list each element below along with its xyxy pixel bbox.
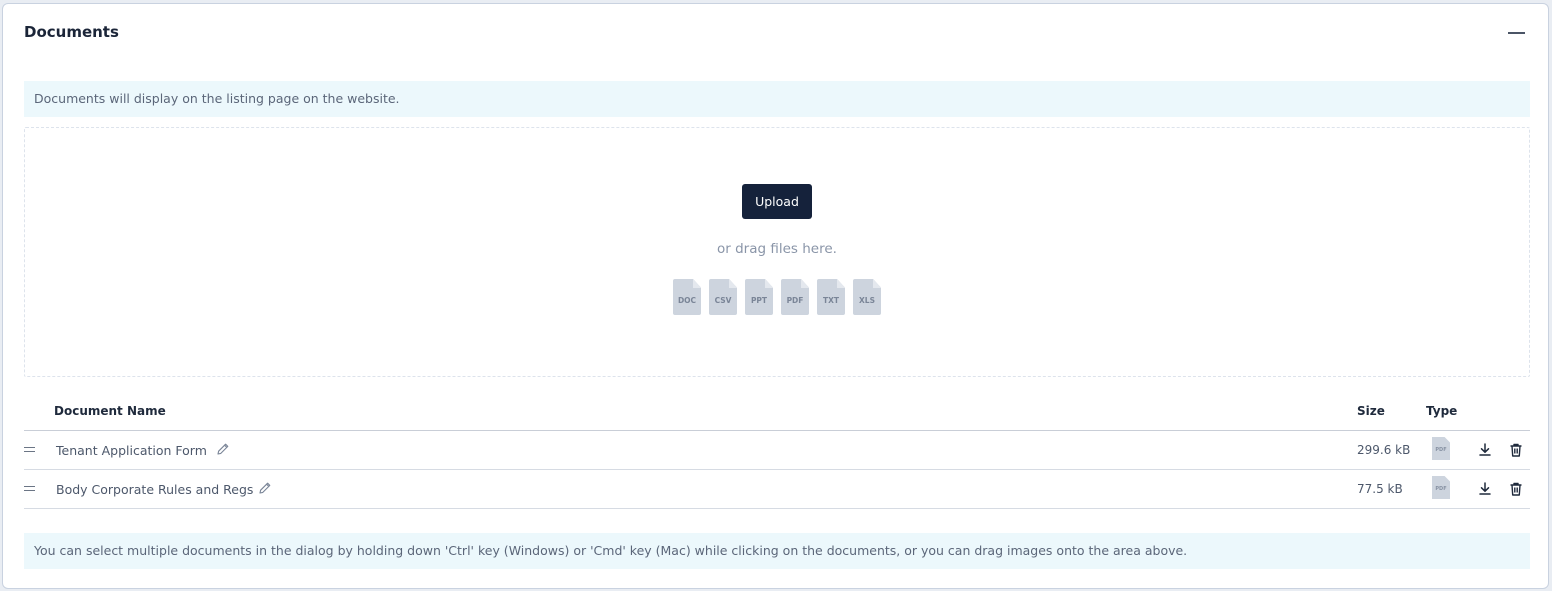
- minus-icon: [1508, 32, 1525, 34]
- document-size: 299.6 kB: [1357, 443, 1411, 457]
- table-header: Document Name Size Type: [24, 394, 1530, 431]
- download-icon[interactable]: [1477, 481, 1493, 497]
- upload-button[interactable]: Upload: [742, 184, 812, 219]
- download-icon[interactable]: [1477, 442, 1493, 458]
- pdf-file-icon: PDF: [1432, 476, 1450, 499]
- collapse-button[interactable]: [1506, 22, 1528, 44]
- drag-files-hint: or drag files here.: [717, 241, 837, 257]
- panel-title: Documents: [24, 23, 119, 41]
- table-row: Tenant Application Form 299.6 kB PDF: [24, 431, 1530, 470]
- column-header-type: Type: [1426, 404, 1458, 418]
- drag-handle-icon[interactable]: [24, 447, 35, 452]
- drag-handle-icon[interactable]: [24, 486, 35, 491]
- doc-file-icon: DOC: [673, 279, 701, 315]
- csv-file-icon: CSV: [709, 279, 737, 315]
- document-size: 77.5 kB: [1357, 482, 1403, 496]
- pdf-file-icon: PDF: [781, 279, 809, 315]
- txt-file-icon: TXT: [817, 279, 845, 315]
- column-header-size: Size: [1357, 404, 1385, 418]
- upload-dropzone[interactable]: Upload or drag files here. DOC CSV PPT P…: [24, 127, 1530, 377]
- pencil-icon[interactable]: [258, 481, 272, 495]
- trash-icon[interactable]: [1508, 442, 1524, 458]
- info-banner-top: Documents will display on the listing pa…: [24, 81, 1530, 117]
- ppt-file-icon: PPT: [745, 279, 773, 315]
- trash-icon[interactable]: [1508, 481, 1524, 497]
- pencil-icon[interactable]: [216, 442, 230, 456]
- document-name: Body Corporate Rules and Regs: [56, 482, 254, 497]
- xls-file-icon: XLS: [853, 279, 881, 315]
- table-row: Body Corporate Rules and Regs 77.5 kB PD…: [24, 470, 1530, 509]
- documents-table: Document Name Size Type Tenant Applicati…: [24, 394, 1530, 509]
- document-name: Tenant Application Form: [56, 443, 207, 458]
- documents-panel: Documents Documents will display on the …: [2, 3, 1549, 589]
- file-type-icons: DOC CSV PPT PDF TXT XLS: [673, 279, 881, 315]
- pdf-file-icon: PDF: [1432, 437, 1450, 460]
- info-banner-bottom: You can select multiple documents in the…: [24, 533, 1530, 569]
- column-header-name: Document Name: [54, 404, 166, 418]
